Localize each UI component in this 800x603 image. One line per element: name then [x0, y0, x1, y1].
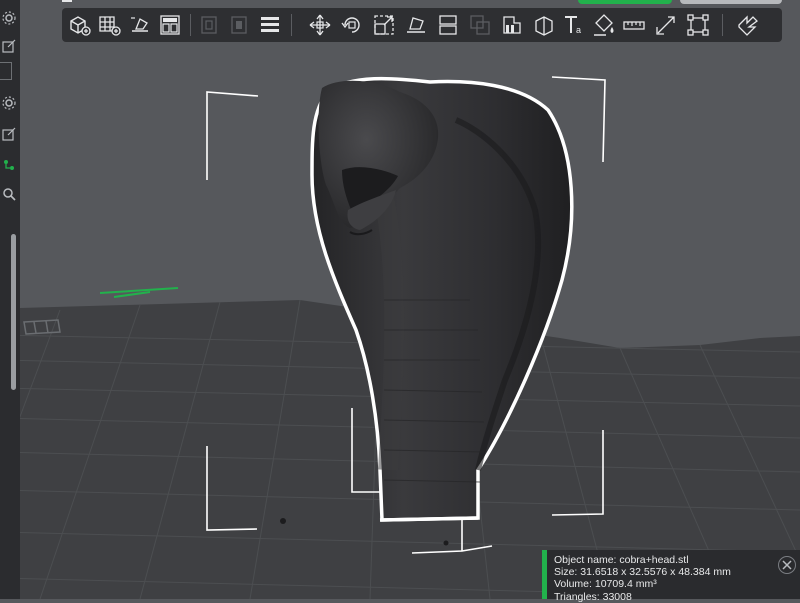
- boolean-icon[interactable]: [466, 11, 494, 39]
- lay-on-face-icon[interactable]: [402, 11, 430, 39]
- move-icon[interactable]: [306, 11, 334, 39]
- seam-paint-icon[interactable]: [530, 11, 558, 39]
- edit-icon[interactable]: [1, 38, 17, 54]
- add-object-icon[interactable]: [66, 11, 94, 39]
- toolbar-separator: [291, 14, 292, 36]
- layers-icon[interactable]: [256, 11, 284, 39]
- bounding-box-icon[interactable]: [684, 11, 712, 39]
- slice-button-edge[interactable]: [578, 0, 672, 4]
- object-volume-label: Volume: 10709.4 mm³: [554, 578, 657, 591]
- print-button-edge[interactable]: [680, 0, 782, 4]
- explode-view-icon[interactable]: [734, 11, 762, 39]
- support-paint-icon[interactable]: [498, 11, 526, 39]
- left-sidebar-rail: [0, 0, 20, 599]
- text-emboss-icon[interactable]: a: [560, 11, 588, 39]
- rail-field[interactable]: [0, 62, 12, 80]
- close-icon[interactable]: [778, 556, 796, 574]
- objects-icon[interactable]: [1, 157, 17, 173]
- search-icon[interactable]: [1, 186, 17, 202]
- assembly-icon[interactable]: [652, 11, 680, 39]
- 3d-viewport[interactable]: [0, 0, 800, 599]
- rotate-icon[interactable]: [338, 11, 366, 39]
- gear-icon[interactable]: [1, 10, 17, 26]
- svg-text:a: a: [576, 25, 581, 35]
- gear-icon[interactable]: [1, 95, 17, 111]
- toolbar-separator: [722, 14, 723, 36]
- object-info-panel: Object name: cobra+head.stl Size: 31.651…: [542, 550, 800, 603]
- split-parts-icon[interactable]: [226, 11, 254, 39]
- object-triangles-label: Triangles: 33008: [554, 590, 632, 603]
- measure-icon[interactable]: [620, 11, 648, 39]
- sidebar-scrollbar[interactable]: [11, 234, 16, 390]
- add-plate-icon[interactable]: [96, 11, 124, 39]
- main-toolbar: a: [62, 8, 782, 42]
- color-paint-icon[interactable]: [590, 11, 618, 39]
- object-name-label: Object name: cobra+head.stl: [554, 554, 689, 566]
- split-objects-icon[interactable]: [196, 11, 224, 39]
- edit-icon[interactable]: [1, 126, 17, 142]
- object-size-label: Size: 31.6518 x 32.5576 x 48.384 mm: [554, 566, 731, 579]
- top-menu-marker: [62, 0, 72, 2]
- cut-icon[interactable]: [434, 11, 462, 39]
- toolbar-separator: [190, 14, 191, 36]
- arrange-icon[interactable]: [156, 11, 184, 39]
- auto-orient-icon[interactable]: [126, 11, 154, 39]
- scale-icon[interactable]: [370, 11, 398, 39]
